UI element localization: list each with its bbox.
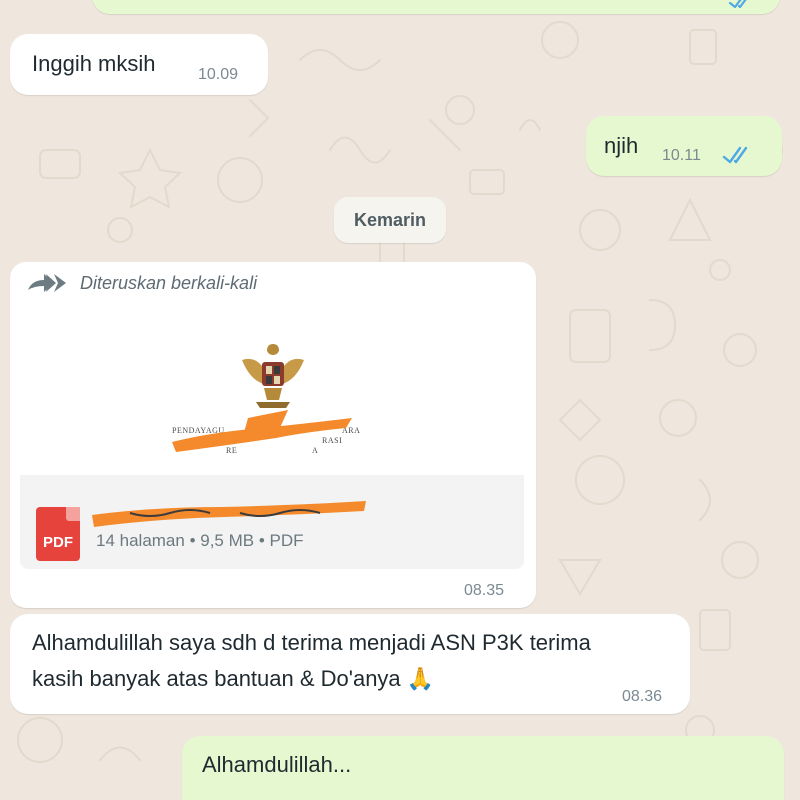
double-check-icon bbox=[722, 146, 748, 164]
document-file-bar[interactable]: PDF 14 halaman • 9,5 MB • PDF bbox=[20, 475, 524, 569]
forward-arrows-icon bbox=[28, 274, 66, 292]
message-text: Inggih mksih bbox=[32, 51, 156, 76]
double-check-icon bbox=[728, 0, 747, 8]
message-time: 08.36 bbox=[622, 688, 663, 705]
message-text: Alhamdulillah... bbox=[202, 752, 352, 777]
incoming-message[interactable]: Inggih mksih 10.09 bbox=[10, 34, 268, 95]
message-time: 10.11 bbox=[662, 147, 701, 164]
file-meta: 14 halaman • 9,5 MB • PDF bbox=[96, 531, 304, 550]
forwarded-indicator: Diteruskan berkali-kali bbox=[26, 272, 257, 294]
forwarded-label: Diteruskan berkali-kali bbox=[80, 272, 258, 293]
message-time: 10.09 bbox=[198, 66, 239, 83]
incoming-message[interactable]: Alhamdulillah saya sdh d terima menjadi … bbox=[10, 614, 690, 714]
pdf-corner-fold bbox=[66, 507, 80, 521]
garuda-emblem bbox=[242, 344, 304, 408]
document-preview[interactable]: PENDAYAGU ARA RASI RE A bbox=[20, 310, 524, 475]
pdf-file-icon: PDF bbox=[36, 507, 80, 561]
message-text-line2: kasih banyak atas bantuan & Do'anya 🙏 bbox=[32, 666, 435, 691]
pdf-badge-label: PDF bbox=[43, 534, 73, 551]
filename-redaction bbox=[92, 501, 366, 527]
outgoing-message[interactable]: Alhamdulillah... bbox=[182, 736, 784, 800]
date-divider: Kemarin bbox=[334, 197, 446, 243]
outgoing-bubble-partial[interactable] bbox=[92, 0, 780, 14]
outgoing-message[interactable]: njih 10.11 bbox=[586, 116, 782, 176]
message-text: njih bbox=[604, 133, 639, 158]
message-time: 08.35 bbox=[464, 582, 505, 599]
redaction-mark bbox=[172, 410, 352, 452]
message-text-line1: Alhamdulillah saya sdh d terima menjadi … bbox=[32, 630, 591, 655]
